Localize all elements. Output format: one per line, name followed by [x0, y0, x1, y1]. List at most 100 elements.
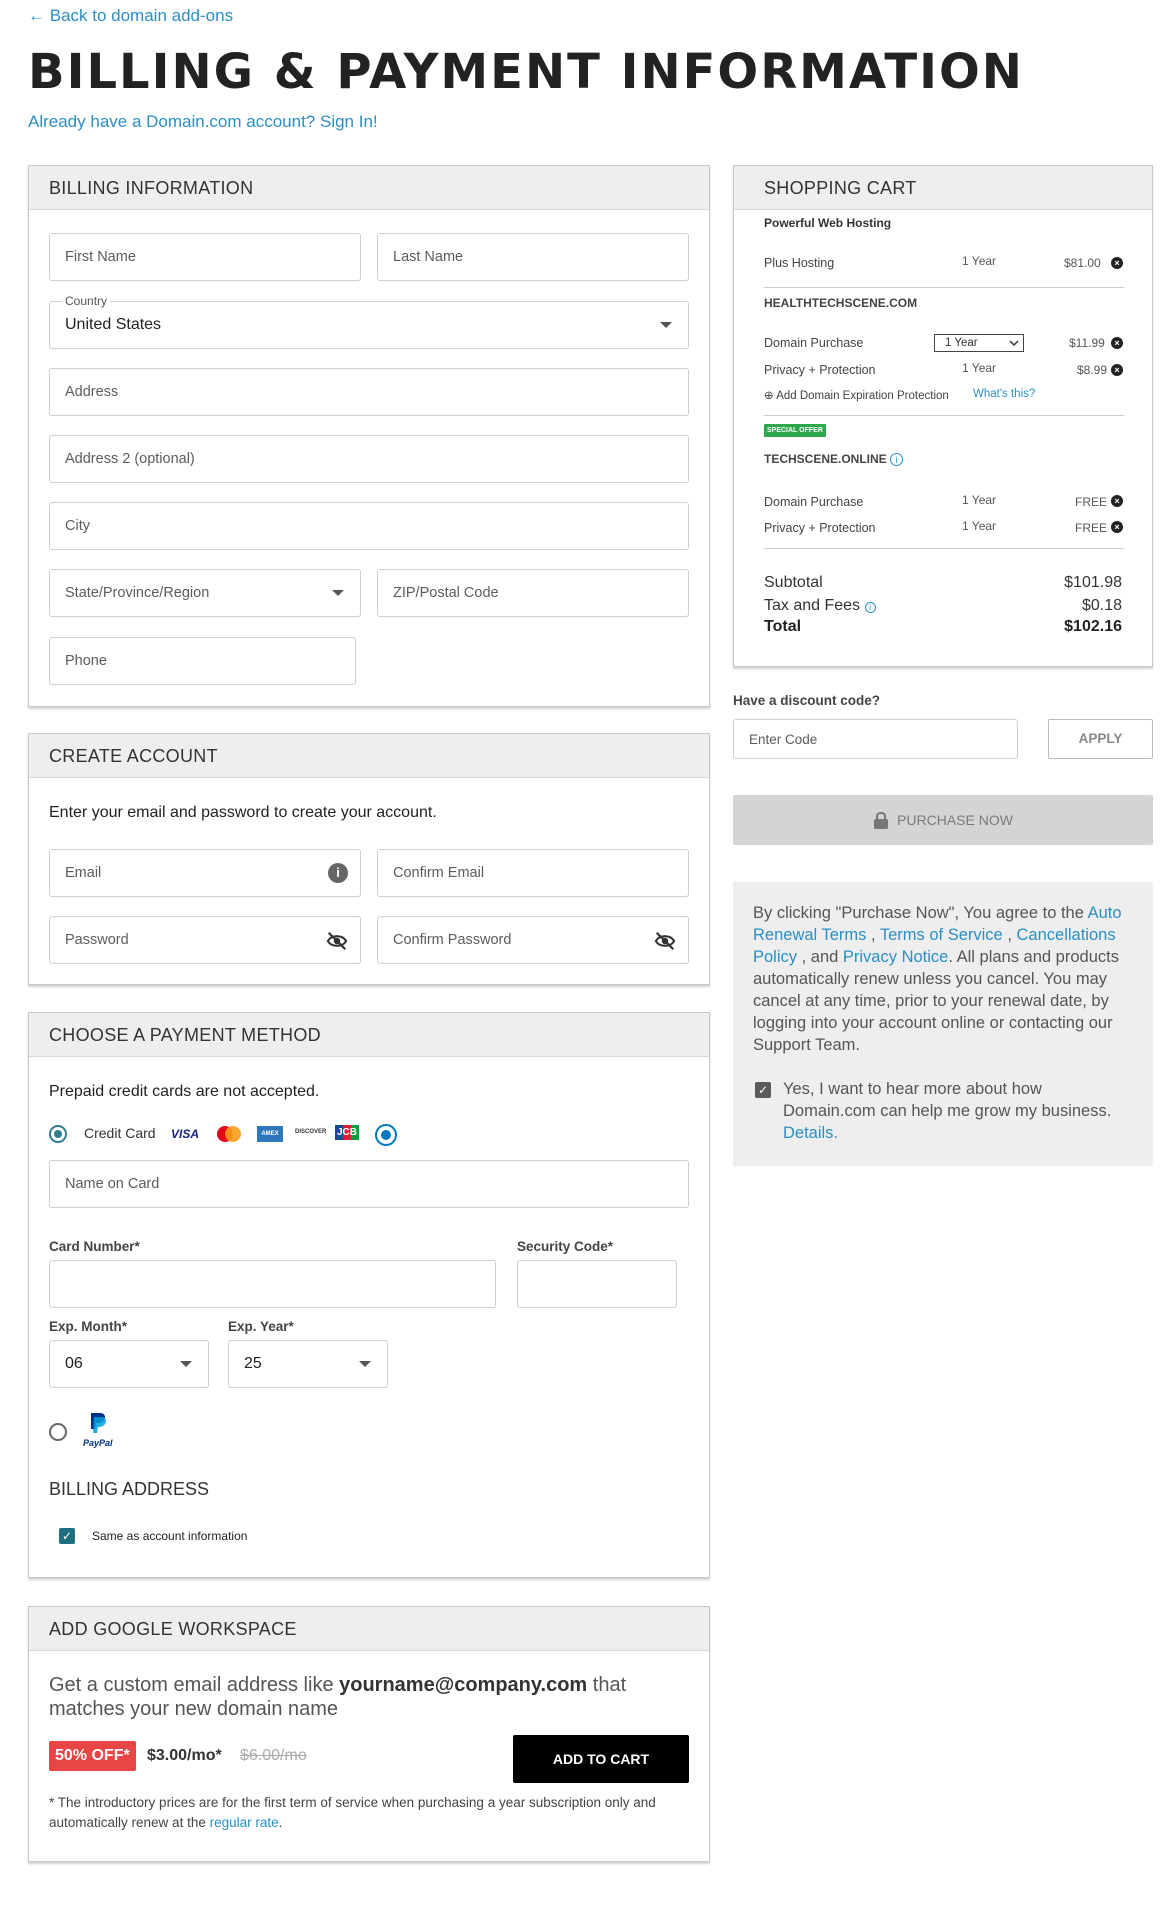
domain2-purchase-label: Domain Purchase — [764, 495, 864, 509]
domain1-term-select[interactable]: 1 Year — [934, 334, 1024, 352]
amex-icon: AMEX — [257, 1126, 283, 1142]
prepaid-notice: Prepaid credit cards are not accepted. — [49, 1083, 320, 1100]
eye-off-icon[interactable] — [654, 931, 676, 951]
divider — [764, 415, 1124, 416]
last-name-field[interactable]: Last Name — [377, 233, 689, 281]
total-label: Total — [764, 618, 802, 635]
mastercard-icon — [217, 1126, 241, 1142]
card-number-label: Card Number* — [49, 1239, 140, 1254]
details-link[interactable]: Details. — [783, 1124, 838, 1142]
domain2-privacy-term: 1 Year — [962, 519, 997, 533]
address-field[interactable]: Address — [49, 368, 689, 416]
security-code-field[interactable] — [517, 1260, 677, 1308]
domain1-privacy-term: 1 Year — [962, 361, 997, 375]
subtotal-label: Subtotal — [764, 574, 823, 591]
paypal-radio[interactable] — [49, 1423, 67, 1441]
hosting-title: Powerful Web Hosting — [764, 216, 892, 230]
remove-icon[interactable]: × — [1111, 337, 1123, 349]
info-icon[interactable]: i — [864, 602, 876, 613]
page-title: BILLING & PAYMENT INFORMATION — [28, 44, 1024, 100]
country-value: United States — [65, 316, 162, 333]
first-name-field[interactable]: First Name — [49, 233, 361, 281]
exp-month-label: Exp. Month* — [49, 1319, 127, 1334]
diners-club-icon — [375, 1124, 397, 1146]
workspace-footnote: * The introductory prices are for the fi… — [49, 1795, 656, 1830]
add-expiration-protection[interactable]: ⊕ Add Domain Expiration Protection — [764, 388, 949, 402]
password-field[interactable]: Password — [49, 916, 361, 964]
confirm-email-field[interactable]: Confirm Email — [377, 849, 689, 897]
special-offer-badge: SPECIAL OFFER — [764, 424, 826, 437]
privacy-notice-link[interactable]: Privacy Notice — [843, 948, 948, 966]
jcb-icon: JCB — [335, 1125, 360, 1140]
country-select[interactable]: Country United States — [49, 294, 689, 349]
account-intro: Enter your email and password to create … — [49, 804, 437, 821]
payment-method-panel: CHOOSE A PAYMENT METHOD Prepaid credit c… — [28, 1012, 710, 1578]
tax-value: $0.18 — [1081, 597, 1122, 614]
purchase-now-button[interactable]: PURCHASE NOW — [733, 795, 1153, 845]
credit-card-radio[interactable] — [49, 1125, 67, 1143]
discount-label: Have a discount code? — [733, 693, 881, 708]
info-icon[interactable]: i — [328, 863, 348, 883]
phone-field[interactable]: Phone — [49, 637, 356, 685]
email-field[interactable]: Email i — [49, 849, 361, 897]
workspace-old-price: $6.00/mo — [240, 1747, 307, 1764]
plus-hosting-term: 1 Year — [962, 254, 997, 268]
discount-code-field[interactable]: Enter Code — [733, 719, 1018, 759]
domain1-purchase-label: Domain Purchase — [764, 336, 864, 350]
info-icon[interactable]: i — [890, 453, 904, 466]
sign-in-link[interactable]: Already have a Domain.com account? Sign … — [28, 112, 378, 132]
security-code-label: Security Code* — [517, 1239, 614, 1254]
discount-badge: 50% OFF* — [49, 1741, 136, 1771]
remove-icon[interactable]: × — [1111, 364, 1123, 376]
workspace-heading: ADD GOOGLE WORKSPACE — [29, 1607, 709, 1651]
remove-icon[interactable]: × — [1111, 495, 1123, 507]
confirm-password-field[interactable]: Confirm Password — [377, 916, 689, 964]
domain2-name: TECHSCENE.ONLINE i — [764, 452, 904, 466]
chevron-down-icon — [1009, 340, 1019, 347]
exp-month-select[interactable]: 06 — [49, 1340, 209, 1388]
exp-year-select[interactable]: 25 — [228, 1340, 388, 1388]
domain1-name: HEALTHTECHSCENE.COM — [764, 296, 918, 310]
domain2-purchase-term: 1 Year — [962, 493, 997, 507]
zip-field[interactable]: ZIP/Postal Code — [377, 569, 689, 617]
remove-icon[interactable]: × — [1111, 257, 1123, 269]
back-link[interactable]: ← Back to domain add-ons — [28, 6, 233, 26]
whats-this-link[interactable]: What's this? — [973, 388, 1035, 400]
terms-of-service-link[interactable]: Terms of Service — [880, 926, 1003, 944]
divider — [764, 548, 1124, 549]
domain1-privacy-price: $8.99 — [1077, 363, 1108, 377]
card-number-field[interactable] — [49, 1260, 496, 1308]
shopping-cart-panel: SHOPPING CART Powerful Web Hosting Plus … — [733, 165, 1153, 667]
subtotal-value: $101.98 — [1064, 574, 1122, 591]
remove-icon[interactable]: × — [1111, 521, 1123, 533]
payment-heading: CHOOSE A PAYMENT METHOD — [29, 1013, 709, 1057]
chevron-down-icon — [660, 322, 672, 328]
marketing-optin-checkbox[interactable]: ✓ — [755, 1082, 771, 1098]
exp-year-label: Exp. Year* — [228, 1319, 294, 1334]
visa-icon: VISA — [171, 1127, 200, 1141]
lock-icon — [874, 812, 889, 829]
same-as-account-checkbox[interactable]: ✓ — [59, 1528, 75, 1544]
credit-card-label: Credit Card — [84, 1125, 156, 1141]
billing-heading: BILLING INFORMATION — [29, 166, 709, 210]
city-field[interactable]: City — [49, 502, 689, 550]
domain1-purchase-price: $11.99 — [1069, 336, 1105, 350]
paypal-logo-icon — [91, 1413, 106, 1433]
paypal-label: PayPal — [83, 1438, 113, 1448]
chevron-down-icon — [359, 1361, 371, 1367]
plus-hosting-label: Plus Hosting — [764, 256, 835, 270]
domain1-privacy-label: Privacy + Protection — [764, 363, 876, 377]
state-select[interactable]: State/Province/Region — [49, 569, 361, 617]
same-as-account-label: Same as account information — [92, 1529, 248, 1543]
apply-button[interactable]: APPLY — [1048, 719, 1153, 759]
discover-icon: DISCOVER — [295, 1129, 327, 1135]
terms-text: By clicking "Purchase Now", You agree to… — [753, 904, 1122, 1054]
eye-off-icon[interactable] — [326, 931, 348, 951]
workspace-price: $3.00/mo* — [147, 1747, 222, 1764]
tax-label: Tax and Fees i — [764, 597, 876, 615]
marketing-optin-text: Yes, I want to hear more about how Domai… — [783, 1080, 1112, 1142]
address2-field[interactable]: Address 2 (optional) — [49, 435, 689, 483]
regular-rate-link[interactable]: regular rate — [210, 1815, 279, 1830]
add-to-cart-button[interactable]: ADD TO CART — [513, 1735, 689, 1783]
name-on-card-field[interactable]: Name on Card — [49, 1160, 689, 1208]
